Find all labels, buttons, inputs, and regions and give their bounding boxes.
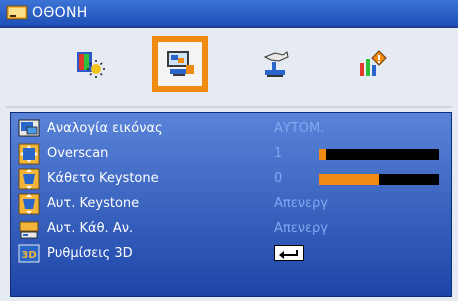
tab-image[interactable] [62, 36, 118, 92]
3d-icon: 3D [18, 244, 40, 263]
svg-text:3D: 3D [21, 250, 36, 261]
divider [6, 106, 452, 108]
image-settings-icon [77, 52, 105, 78]
auto-flip-icon [19, 221, 39, 239]
tab-setup[interactable] [248, 36, 304, 92]
keystone-slider-fill [319, 174, 379, 185]
menu-item-vertical-keystone[interactable]: Κάθετο Keystone 0 [11, 167, 451, 191]
tab-display-inner [158, 42, 202, 86]
enter-button[interactable] [274, 245, 304, 261]
menu-item-3d-settings[interactable]: 3D Ρυθμίσεις 3D [11, 242, 451, 266]
menu-item-value: Απενεργ [274, 221, 328, 236]
menu-item-value: ΑΥΤΟΜ. [274, 121, 325, 136]
page-title: ΟΘΟΝΗ [32, 5, 88, 21]
menu-item-value: 0 [274, 171, 283, 186]
options-bars-icon [360, 50, 387, 76]
menu-item-value: 1 [274, 146, 283, 161]
auto-keystone-icon [18, 193, 40, 215]
setup-hand-icon [263, 51, 289, 77]
menu-item-auto-ceiling-flip[interactable]: Αυτ. Κάθ. Αν. Απενεργ [11, 217, 451, 241]
menu-item-label: Ρυθμίσεις 3D [47, 246, 133, 261]
category-tabs [6, 36, 452, 106]
menu-item-label: Κάθετο Keystone [47, 171, 159, 186]
enter-icon [279, 250, 298, 259]
menu-item-auto-keystone[interactable]: Αυτ. Keystone Απενεργ [11, 192, 451, 216]
menu-item-overscan[interactable]: Overscan 1 [11, 142, 451, 166]
menu-item-label: Αυτ. Κάθ. Αν. [47, 221, 134, 236]
aspect-ratio-icon [18, 119, 40, 137]
menu-item-label: Αυτ. Keystone [47, 196, 140, 211]
menu-item-value: Απενεργ [274, 196, 328, 211]
overscan-icon [18, 143, 40, 165]
overscan-slider-fill [319, 149, 327, 160]
display-screen-icon [167, 51, 194, 76]
projector-osd-menu: ΟΘΟΝΗ Αναλογία εικόνας ΑΥΤΟΜ. Overscan 1… [0, 0, 458, 301]
display-title-icon [6, 5, 28, 20]
tab-options[interactable] [344, 36, 400, 92]
menu-item-label: Αναλογία εικόνας [47, 121, 163, 136]
menu-item-aspect-ratio[interactable]: Αναλογία εικόνας ΑΥΤΟΜ. [11, 117, 451, 141]
title-bar: ΟΘΟΝΗ [0, 0, 458, 28]
keystone-slider[interactable] [319, 174, 439, 185]
tab-display[interactable] [152, 36, 208, 92]
keystone-icon [18, 168, 40, 190]
settings-panel: Αναλογία εικόνας ΑΥΤΟΜ. Overscan 1 Κάθετ… [10, 112, 452, 297]
overscan-slider[interactable] [319, 149, 439, 160]
menu-item-label: Overscan [47, 146, 109, 161]
